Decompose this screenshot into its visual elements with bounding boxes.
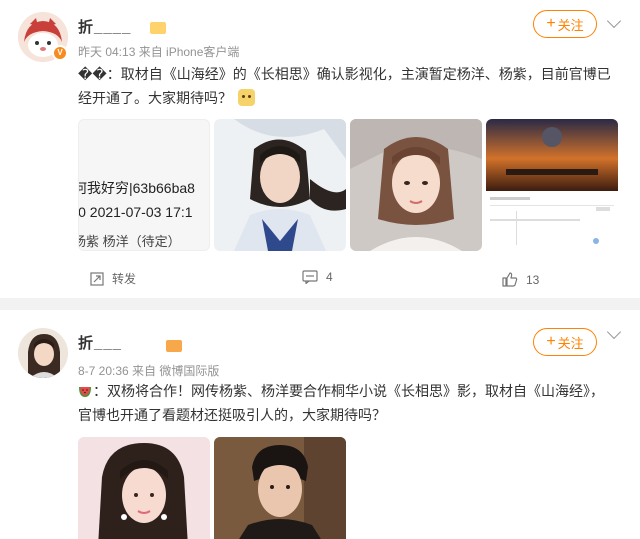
post-image-4[interactable] — [486, 119, 618, 251]
post-text-line-1: ：双杨将合作！网传杨紫、杨洋要合作桐华小说《长相思》影，取材自《山海经》， — [78, 379, 638, 403]
follow-button[interactable]: + 关注 — [533, 10, 597, 38]
post-image-1[interactable] — [78, 437, 210, 539]
feed-post-2: 折___ 8-7 20:36 来自 微博国际版 + 关注 ：双杨将合作！网传杨紫、… — [0, 310, 640, 539]
post-image-2[interactable] — [214, 437, 346, 539]
watermelon-icon — [78, 381, 92, 397]
chevron-down-icon[interactable] — [606, 13, 622, 29]
repost-button[interactable]: 转发 — [90, 270, 136, 287]
post-text-line-2: 经开通了。大家期待吗？ — [78, 86, 628, 110]
repost-label: 转发 — [112, 272, 137, 286]
member-badge-icon — [150, 22, 166, 34]
screenshot-text-line-1: 何我好穷|63b66ba8 — [78, 180, 195, 196]
user-photo-avatar-icon — [18, 328, 68, 378]
follow-label: 关注 — [557, 335, 584, 351]
screenshot-text-line-2: º0 2021-07-03 17:1 — [78, 204, 193, 220]
actor-portrait-image — [214, 119, 346, 251]
comment-icon — [302, 270, 318, 284]
follow-button[interactable]: + 关注 — [533, 328, 597, 356]
post-text-line-1-text: ：双杨将合作！网传杨紫、杨洋要合作桐华小说《长相思》影，取材自《山海经》， — [93, 383, 604, 399]
post-image-1[interactable]: 何我好穷|63b66ba8 º0 2021-07-03 17:1 杨紫 杨洋（待… — [78, 119, 210, 251]
post-text-line-2: 官博也开通了看题材还挺吸引人的，大家期待吗？ — [78, 407, 386, 423]
screenshot-text-line-3: 杨紫 杨洋（待定） — [78, 234, 181, 249]
follow-label: 关注 — [557, 17, 584, 33]
actor-photo-image — [214, 437, 346, 539]
actress-photo-image — [78, 437, 210, 539]
plus-icon: + — [546, 15, 556, 32]
verified-badge-icon: V — [52, 45, 68, 61]
like-count: 13 — [526, 272, 540, 287]
thumbs-up-icon — [502, 272, 518, 287]
user-avatar[interactable] — [18, 328, 68, 378]
post-text: ：双杨将合作！网传杨紫、杨洋要合作桐华小说《长相思》影，取材自《山海经》， 官博… — [78, 379, 638, 427]
profile-screenshot-image — [486, 119, 618, 251]
member-badge-icon — [166, 340, 182, 352]
like-button[interactable]: 13 — [502, 272, 539, 287]
plus-icon: + — [546, 333, 556, 350]
post-text-line-2-text: 经开通了。大家期待吗？ — [78, 90, 232, 106]
username[interactable]: 折___ — [78, 332, 122, 353]
post-meta: 8-7 20:36 来自 微博国际版 — [78, 364, 220, 378]
comment-button[interactable]: 4 — [302, 270, 333, 284]
actress-portrait-image — [350, 119, 482, 251]
feed-post-1: V 折____ 昨天 04:13 来自 iPhone客户端 + 关注 ��：取材自… — [0, 0, 640, 298]
post-image-3[interactable] — [350, 119, 482, 251]
chevron-down-icon[interactable] — [606, 324, 622, 340]
post-image-2[interactable] — [214, 119, 346, 251]
repost-icon — [90, 271, 104, 286]
username[interactable]: 折____ — [78, 16, 131, 37]
post-meta: 昨天 04:13 来自 iPhone客户端 — [78, 45, 240, 59]
post-text: ��：取材自《山海经》的《长相思》确认影视化，主演暂定杨洋、杨紫，目前官博已 经… — [78, 62, 628, 110]
emoji-icon — [237, 89, 255, 106]
post-text-line-1: ��：取材自《山海经》的《长相思》确认影视化，主演暂定杨洋、杨紫，目前官博已 — [78, 66, 611, 82]
comment-count: 4 — [326, 270, 333, 284]
